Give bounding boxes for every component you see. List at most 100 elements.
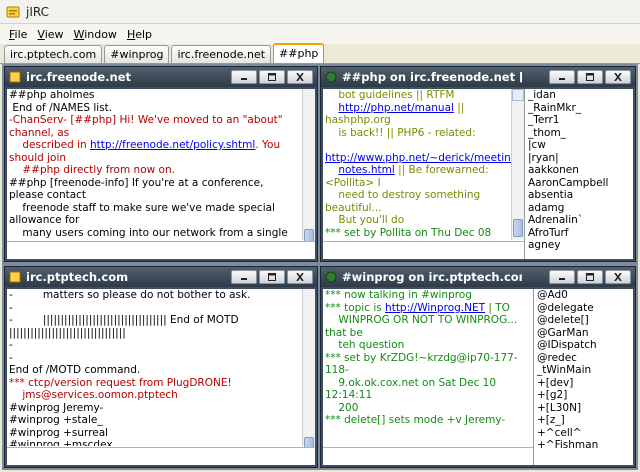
window-titlebar[interactable]: irc.ptptech.com <box>5 267 317 287</box>
maximize-button[interactable] <box>259 270 285 284</box>
close-button[interactable] <box>605 70 631 84</box>
app-titlebar: jIRC <box>0 0 640 24</box>
tab-php[interactable]: ##php <box>273 43 325 63</box>
minimize-icon <box>241 78 247 80</box>
nick-item[interactable]: @IDispatch <box>537 339 633 352</box>
window-title: #winprog on irc.ptptech.com [19... <box>342 270 522 284</box>
scroll-thumb[interactable] <box>513 219 523 237</box>
nick-item[interactable]: +[dev] <box>537 377 633 390</box>
nick-item[interactable]: _Terr1 <box>528 114 633 127</box>
scroll-up-arrow[interactable] <box>512 89 524 101</box>
nick-item[interactable]: |cw <box>528 139 633 152</box>
chat-text: *** now talking in #winprog <box>325 289 472 301</box>
window-titlebar[interactable]: irc.freenode.net <box>5 67 317 87</box>
chat-scrollbar[interactable] <box>302 89 315 244</box>
nick-item[interactable]: agney <box>528 239 633 252</box>
minimize-icon <box>559 78 565 80</box>
nick-item[interactable]: _tWinMain <box>537 364 633 377</box>
nick-item[interactable]: @GarMan <box>537 327 633 340</box>
nick-item[interactable]: aakkonen <box>528 164 633 177</box>
window-body: ##php aholmes End of /NAMES list. -ChanSe… <box>7 89 315 259</box>
menu-view-label: iew <box>44 27 64 41</box>
chat-link[interactable]: notes.html <box>338 164 394 176</box>
nick-item[interactable]: _thom_ <box>528 127 633 140</box>
menu-help[interactable]: Help <box>122 28 157 41</box>
window-title: ##php on irc.freenode.net [417 U... <box>342 70 522 84</box>
tab-irc-freenode[interactable]: irc.freenode.net <box>171 45 272 63</box>
maximize-icon <box>268 273 276 281</box>
chat-input[interactable] <box>7 241 315 259</box>
tab-winprog[interactable]: #winprog <box>104 45 170 63</box>
close-icon <box>614 73 622 81</box>
chat-link[interactable]: http://freenode.net/policy.shtml <box>90 139 255 151</box>
close-icon <box>296 73 304 81</box>
maximize-button[interactable] <box>577 70 603 84</box>
chat-line: End of /MOTD command. <box>9 364 300 377</box>
menu-file[interactable]: File <box>4 28 32 41</box>
chat-line: -ChanServ- [##php] Hi! We've moved to an… <box>9 114 300 177</box>
nick-item[interactable]: +^Fishman <box>537 439 633 452</box>
menu-window-label: indow <box>84 27 117 41</box>
maximize-button[interactable] <box>259 70 285 84</box>
maximize-icon <box>586 73 594 81</box>
chat-text: #winprog +surreal <box>9 426 109 439</box>
menu-bar: File View Window Help <box>0 24 640 44</box>
nick-item[interactable]: _idan <box>528 89 633 102</box>
maximize-icon <box>268 73 276 81</box>
window-titlebar[interactable]: #winprog on irc.ptptech.com [19... <box>321 267 635 287</box>
chat-line: End of /NAMES list. <box>9 102 300 115</box>
chat-scrollbar[interactable] <box>511 89 524 240</box>
minimize-button[interactable] <box>231 270 257 284</box>
nick-item[interactable]: absentia <box>528 189 633 202</box>
nick-item[interactable]: AfroTurf <box>528 227 633 240</box>
nick-item[interactable]: @redec <box>537 352 633 365</box>
chat-text: End of /NAMES list. <box>9 101 113 114</box>
nick-item[interactable]: @delete[] <box>537 314 633 327</box>
chat-link[interactable]: http://www.php.net/~derick/meeting- <box>325 152 511 164</box>
chat-scrollbar[interactable] <box>302 289 315 451</box>
chat-input[interactable] <box>323 241 524 259</box>
menu-view[interactable]: View <box>32 28 68 41</box>
close-icon <box>296 273 304 281</box>
nick-item[interactable]: Adrenalin` <box>528 214 633 227</box>
chat-line: is back!! || PHP6 - related: <box>325 127 509 140</box>
nick-item[interactable]: AaronCampbell <box>528 177 633 190</box>
tab-irc-ptptech[interactable]: irc.ptptech.com <box>4 45 103 63</box>
mdi-workspace: irc.freenode.net ##php aholmes End of /N… <box>2 64 638 470</box>
chat-input[interactable] <box>7 447 315 465</box>
nick-item[interactable]: +[g2] <box>537 389 633 402</box>
minimize-button[interactable] <box>231 70 257 84</box>
nick-item[interactable]: |ryan| <box>528 152 633 165</box>
nick-item[interactable]: adamg <box>528 202 633 215</box>
nick-item[interactable]: +[z_] <box>537 414 633 427</box>
nick-list[interactable]: @Ad0 @delegate @delete[] @GarMan @IDispatch @… <box>533 289 633 465</box>
nick-item[interactable]: +[L30N] <box>537 402 633 415</box>
window-php: ##php on irc.freenode.net [417 U... bot … <box>320 66 636 262</box>
channel-icon <box>325 271 337 283</box>
minimize-button[interactable] <box>549 70 575 84</box>
menu-window[interactable]: Window <box>69 28 122 41</box>
chat-line: #winprog +surreal <box>9 427 300 440</box>
nick-list[interactable]: _idan _RainMkr_ _Terr1 _thom_ |cw |ryan| aakko… <box>524 89 633 259</box>
close-button[interactable] <box>287 270 313 284</box>
nick-item[interactable]: _RainMkr_ <box>528 102 633 115</box>
nick-item[interactable]: @delegate <box>537 302 633 315</box>
tab-bar: irc.ptptech.com #winprog irc.freenode.ne… <box>0 43 640 64</box>
window-body: *** now talking in #winprog *** topic is … <box>323 289 633 465</box>
window-body: - matters so please do not bother to ask… <box>7 289 315 465</box>
chat-link[interactable]: http://Winprog.NET <box>385 302 485 314</box>
chat-text <box>325 139 338 151</box>
chat-line: #winprog +mscdex <box>9 439 300 446</box>
maximize-button[interactable] <box>577 270 603 284</box>
close-button[interactable] <box>605 270 631 284</box>
chat-log: ##php aholmes End of /NAMES list. -ChanSe… <box>7 89 302 240</box>
chat-text: #winprog +mscdex <box>9 439 113 446</box>
nick-item[interactable]: +^cell^ <box>537 427 633 440</box>
window-titlebar[interactable]: ##php on irc.freenode.net [417 U... <box>321 67 635 87</box>
chat-link[interactable]: http://php.net/manual <box>338 102 454 114</box>
close-button[interactable] <box>287 70 313 84</box>
nick-item[interactable]: @Ad0 <box>537 289 633 302</box>
chat-input[interactable] <box>323 447 533 465</box>
minimize-button[interactable] <box>549 270 575 284</box>
chat-text <box>325 164 338 176</box>
